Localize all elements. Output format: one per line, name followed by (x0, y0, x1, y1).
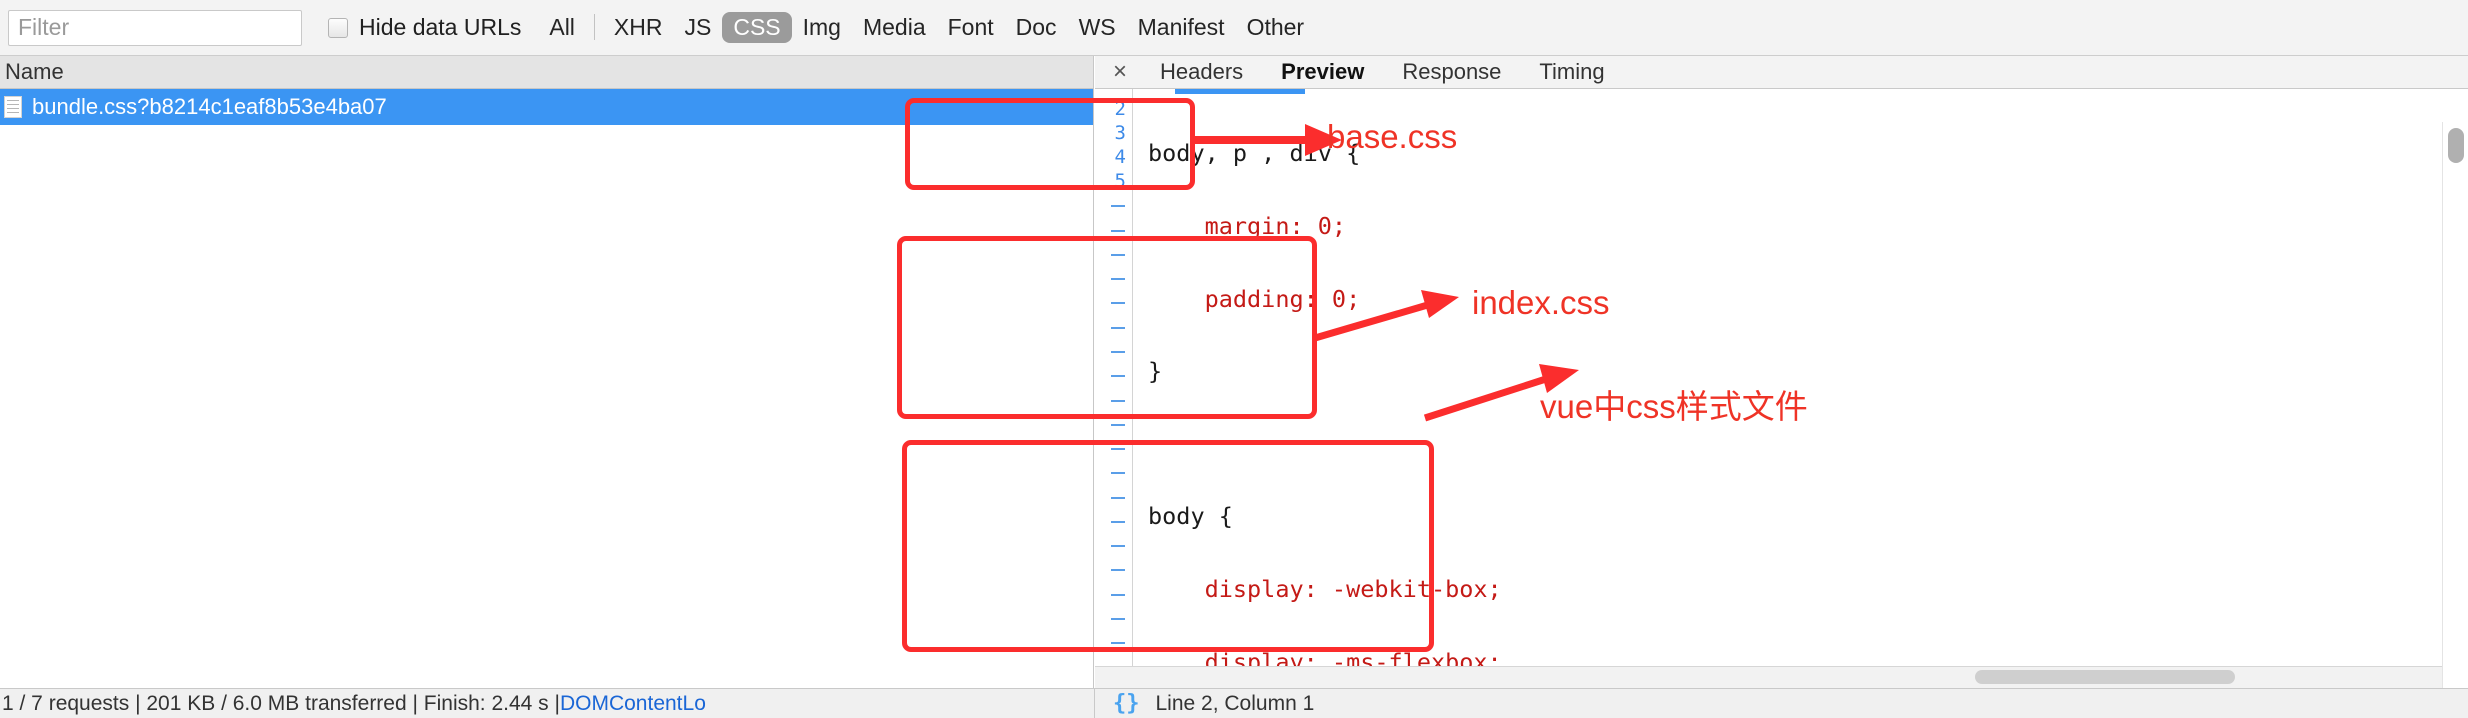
wrapped-line-marker (1111, 205, 1125, 207)
filter-separator (593, 14, 595, 41)
resource-type-filters: All XHR JS CSS Img Media Font Doc WS Man… (538, 11, 1316, 44)
wrapped-line-marker (1111, 351, 1125, 353)
editor-status: {} Line 2, Column 1 (1095, 689, 1314, 718)
code-bottom-bar (1095, 666, 2468, 688)
wrapped-line-marker (1111, 424, 1125, 426)
type-filter-other[interactable]: Other (1236, 12, 1316, 43)
cursor-position-label: Line 2, Column 1 (1155, 691, 1315, 715)
type-filter-media[interactable]: Media (852, 12, 937, 43)
type-filter-js[interactable]: JS (673, 12, 722, 43)
line-number-gutter: 2 3 4 5 (1095, 89, 1133, 688)
type-filter-manifest[interactable]: Manifest (1127, 12, 1236, 43)
annotation-label-index-css: index.css (1472, 284, 1610, 321)
vertical-scrollbar[interactable] (2442, 122, 2468, 688)
code-line: padding: 0; (1148, 284, 1361, 313)
horizontal-scrollbar[interactable] (1975, 670, 2235, 684)
request-name-label: bundle.css?b8214c1eaf8b53e4ba07 (32, 94, 387, 119)
type-filter-img[interactable]: Img (792, 12, 852, 43)
wrapped-line-marker (1111, 594, 1125, 596)
devtools-network-panel: Filter Hide data URLs All XHR JS CSS Img… (0, 0, 2468, 718)
wrapped-line-marker (1111, 448, 1125, 450)
code-line: margin: 0; (1148, 212, 1347, 240)
table-row[interactable]: bundle.css?b8214c1eaf8b53e4ba07 (0, 89, 1093, 125)
code-line: display: -webkit-box; (1148, 574, 1502, 603)
wrapped-line-marker (1111, 375, 1125, 377)
wrapped-line-marker (1111, 642, 1125, 644)
wrapped-line-marker (1111, 327, 1125, 329)
line-number: 4 (1114, 146, 1126, 168)
dom-content-loaded-text: DOMContentLo (559, 691, 706, 715)
wrapped-line-marker (1111, 497, 1125, 499)
wrapped-line-marker (1111, 254, 1125, 256)
wrapped-line-marker (1111, 230, 1125, 232)
line-number: 3 (1114, 122, 1126, 144)
annotation-label-vue-css: vue中css样式文件 (1540, 388, 1808, 425)
hide-data-urls-control[interactable]: Hide data URLs (328, 14, 521, 41)
type-filter-ws[interactable]: WS (1068, 12, 1127, 43)
stylesheet-file-icon (4, 96, 22, 118)
wrapped-line-marker (1111, 472, 1125, 474)
filter-placeholder-text: Filter (18, 14, 70, 40)
wrapped-line-marker (1111, 302, 1125, 304)
status-bar: 1 / 7 requests | 201 KB / 6.0 MB transfe… (0, 688, 2468, 718)
line-number: 5 (1114, 170, 1126, 192)
wrapped-line-marker (1111, 569, 1125, 571)
tab-timing[interactable]: Timing (1520, 56, 1623, 88)
type-filter-font[interactable]: Font (937, 12, 1005, 43)
type-filter-css[interactable]: CSS (722, 11, 792, 44)
wrapped-line-marker (1111, 618, 1125, 620)
format-braces-icon[interactable]: {} (1113, 691, 1140, 716)
tab-response[interactable]: Response (1383, 56, 1520, 88)
network-filter-toolbar: Filter Hide data URLs All XHR JS CSS Img… (0, 0, 2468, 56)
wrapped-line-marker (1111, 545, 1125, 547)
hide-data-urls-label: Hide data URLs (359, 14, 522, 40)
wrapped-line-marker (1111, 521, 1125, 523)
hide-data-urls-checkbox[interactable] (328, 17, 348, 38)
wrapped-line-marker (1111, 400, 1125, 402)
request-detail-panel: × Headers Preview Response Timing 2 3 4 … (1095, 56, 2468, 688)
filter-input[interactable]: Filter (8, 9, 302, 46)
requests-summary-text: 1 / 7 requests | 201 KB / 6.0 MB transfe… (2, 691, 560, 715)
type-filter-all[interactable]: All (538, 12, 586, 43)
tab-headers[interactable]: Headers (1141, 56, 1262, 88)
tab-preview[interactable]: Preview (1262, 56, 1383, 88)
code-line: body { (1148, 502, 1233, 531)
type-filter-doc[interactable]: Doc (1005, 12, 1068, 43)
vertical-scrollbar-thumb[interactable] (2448, 128, 2464, 163)
line-number: 2 (1114, 98, 1126, 120)
request-list-panel: Name bundle.css?b8214c1eaf8b53e4ba07 (0, 56, 1094, 688)
column-header-name[interactable]: Name (0, 56, 1093, 89)
wrapped-line-marker (1111, 278, 1125, 280)
column-header-label: Name (5, 59, 64, 84)
type-filter-xhr[interactable]: XHR (603, 12, 674, 43)
annotation-label-base-css: base.css (1327, 118, 1458, 155)
detail-tabbar: × Headers Preview Response Timing (1095, 56, 2468, 89)
close-icon[interactable]: × (1113, 60, 1141, 84)
network-summary: 1 / 7 requests | 201 KB / 6.0 MB transfe… (0, 688, 1095, 718)
